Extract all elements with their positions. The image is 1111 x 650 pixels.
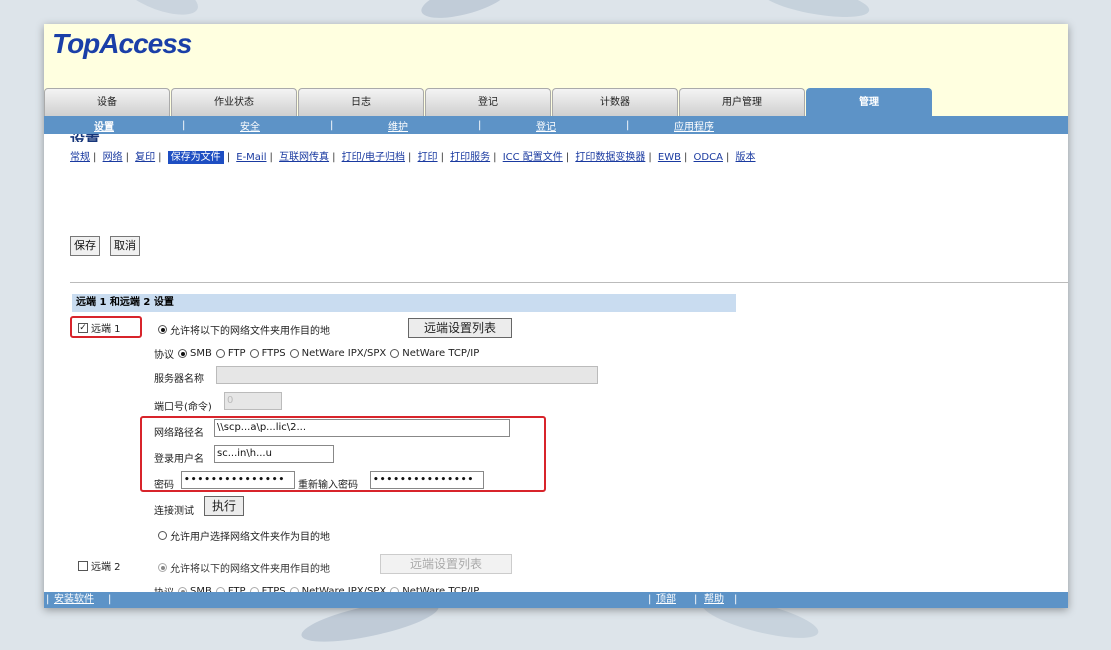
main-content: 设置 常规| 网络| 复印| 保存为文件| E-Mail| 互联网传真| 打印/…	[44, 134, 1068, 594]
divider	[70, 282, 1068, 283]
link-ewb[interactable]: EWB	[658, 152, 681, 163]
browser-window: TopAccess 设备 作业状态 日志 登记 计数器 用户管理 管理 设置 |…	[44, 24, 1068, 608]
help-link[interactable]: 帮助	[704, 592, 724, 608]
subnav-applications[interactable]: 应用程序	[674, 118, 714, 133]
link-email[interactable]: E-Mail	[236, 152, 266, 163]
link-network[interactable]: 网络	[103, 152, 123, 163]
remote1-allow-user-label: 允许用户选择网络文件夹作为目的地	[170, 532, 330, 543]
link-print[interactable]: 打印	[418, 152, 438, 163]
tab-device[interactable]: 设备	[44, 88, 170, 116]
remote1-allow-user-radio[interactable]	[158, 531, 167, 540]
remote2-allow-network-radio[interactable]	[158, 563, 167, 572]
remote1-allow-network-label: 允许将以下的网络文件夹用作目的地	[170, 326, 330, 337]
password-input[interactable]: •••••••••••••••	[181, 471, 295, 489]
tab-counter[interactable]: 计数器	[552, 88, 678, 116]
tab-job-status[interactable]: 作业状态	[171, 88, 297, 116]
link-print-efiling[interactable]: 打印/电子归档	[342, 152, 405, 163]
footer-separator: |	[694, 594, 698, 605]
link-odca[interactable]: ODCA	[694, 152, 723, 163]
link-icc-profile[interactable]: ICC 配置文件	[503, 152, 563, 163]
login-username-label: 登录用户名	[154, 454, 204, 465]
footer-separator: |	[108, 594, 112, 605]
execute-test-button[interactable]: 执行	[204, 496, 244, 516]
connection-test-label: 连接测试	[154, 506, 194, 517]
background-leaf	[417, 0, 513, 26]
remote1-settings-list-button[interactable]: 远端设置列表	[408, 318, 512, 338]
remote2-checkbox[interactable]	[78, 560, 88, 571]
app-header: TopAccess 设备 作业状态 日志 登记 计数器 用户管理 管理	[44, 24, 1068, 116]
page-title: 设置	[70, 134, 100, 142]
remote1-allow-network-radio[interactable]	[158, 325, 167, 334]
network-path-label: 网络路径名	[154, 428, 204, 439]
remote1-protocol-row: 协议 SMB FTP FTPS NetWare IPX/SPX NetWare …	[154, 346, 479, 361]
save-button[interactable]: 保存	[70, 236, 100, 256]
subnav-separator: |	[626, 119, 630, 131]
server-name-input[interactable]	[216, 366, 598, 384]
remote2-settings-list-button[interactable]: 远端设置列表	[380, 554, 512, 574]
background-leaf	[758, 0, 872, 24]
subnav-separator: |	[478, 119, 482, 131]
link-print-service[interactable]: 打印服务	[450, 152, 490, 163]
install-software-link[interactable]: 安装软件	[54, 592, 94, 608]
port-label: 端口号(命令)	[154, 402, 212, 413]
remote-group-title: 远端 1 和远端 2 设置	[72, 294, 736, 312]
remote1-allow-user-row[interactable]: 允许用户选择网络文件夹作为目的地	[154, 528, 330, 543]
remote2-allow-network-row[interactable]: 允许将以下的网络文件夹用作目的地	[154, 560, 330, 575]
subnav-separator: |	[182, 119, 186, 131]
tab-user-management[interactable]: 用户管理	[679, 88, 805, 116]
sub-navigation: 设置 | 安全 | 维护 | 登记 | 应用程序	[44, 116, 1068, 134]
protocol-ftps-label: FTPS	[261, 348, 286, 359]
protocol-ftps-radio[interactable]	[249, 349, 259, 358]
background-leaf	[117, 0, 203, 23]
protocol-tcpip-radio[interactable]	[390, 349, 400, 358]
link-print-data-converter[interactable]: 打印数据变换器	[575, 152, 645, 163]
footer-separator: |	[648, 594, 652, 605]
protocol-smb-label: SMB	[190, 348, 212, 359]
link-save-as-file[interactable]: 保存为文件	[167, 151, 224, 164]
link-internet-fax[interactable]: 互联网传真	[279, 152, 329, 163]
cancel-button[interactable]: 取消	[110, 236, 140, 256]
settings-links: 常规 | 网络 | 复印 | 保存为文件 | E-Mail | 互联网传真 | 打印/电子归…	[70, 151, 756, 164]
protocol-tcpip-label: NetWare TCP/IP	[402, 348, 480, 359]
footer-separator: |	[46, 594, 50, 605]
main-tabs: 设备 作业状态 日志 登记 计数器 用户管理 管理	[44, 86, 933, 116]
top-link[interactable]: 顶部	[656, 592, 676, 608]
protocol-ftp-label: FTP	[227, 348, 246, 359]
login-username-input[interactable]: sc...in\h...u	[214, 445, 334, 463]
remote2-checkbox-row[interactable]: 远端 2	[78, 558, 121, 573]
topaccess-logo: TopAccess	[52, 28, 192, 59]
protocol-ipxspx-label: NetWare IPX/SPX	[301, 348, 387, 359]
subnav-security[interactable]: 安全	[240, 118, 260, 133]
network-path-input[interactable]: \\scp...a\p...lic\2...	[214, 419, 510, 437]
protocol-ftp-radio[interactable]	[215, 349, 225, 358]
tab-registration[interactable]: 登记	[425, 88, 551, 116]
remote1-allow-network-row[interactable]: 允许将以下的网络文件夹用作目的地	[154, 322, 330, 337]
password-label: 密码	[154, 480, 174, 491]
footer-separator: |	[734, 594, 738, 605]
server-name-label: 服务器名称	[154, 374, 204, 385]
link-general[interactable]: 常规	[70, 152, 90, 163]
remote2-label: 远端 2	[91, 562, 121, 573]
port-input[interactable]: 0	[224, 392, 282, 410]
subnav-maintenance[interactable]: 维护	[388, 118, 408, 133]
reenter-password-label: 重新输入密码	[298, 480, 358, 491]
protocol-ipxspx-radio[interactable]	[289, 349, 299, 358]
remote2-allow-network-label: 允许将以下的网络文件夹用作目的地	[170, 564, 330, 575]
footer-bar: | 安装软件 | | 顶部 | 帮助 |	[44, 592, 1068, 608]
reenter-password-input[interactable]: •••••••••••••••	[370, 471, 484, 489]
protocol-label: 协议	[154, 350, 174, 361]
subnav-setup[interactable]: 设置	[94, 118, 114, 133]
protocol-smb-radio[interactable]	[178, 349, 187, 358]
tab-logs[interactable]: 日志	[298, 88, 424, 116]
tab-administration[interactable]: 管理	[806, 88, 932, 116]
link-copy[interactable]: 复印	[135, 152, 155, 163]
subnav-separator: |	[330, 119, 334, 131]
link-version[interactable]: 版本	[736, 152, 756, 163]
subnav-registration[interactable]: 登记	[536, 118, 556, 133]
highlight-box	[70, 316, 142, 338]
